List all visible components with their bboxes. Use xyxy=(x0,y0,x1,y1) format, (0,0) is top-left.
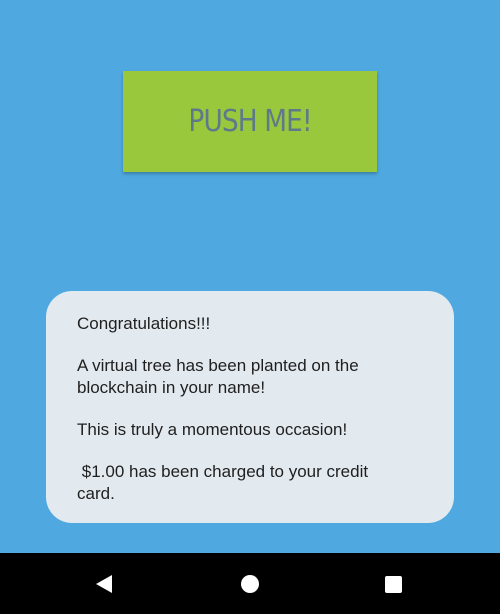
nav-back-button[interactable] xyxy=(91,571,117,597)
home-icon xyxy=(241,575,259,593)
back-icon xyxy=(96,575,112,593)
nav-recents-button[interactable] xyxy=(380,571,406,597)
message-tree-line-1: A virtual tree has been planted on the xyxy=(77,356,359,375)
app-screen: PUSH ME! Congratulations!!! A virtual tr… xyxy=(0,0,500,553)
system-nav-bar xyxy=(0,553,500,614)
message-occasion: This is truly a momentous occasion! xyxy=(77,420,348,439)
recents-icon xyxy=(384,575,402,593)
message-charge-line-1: $1.00 has been charged to your credit xyxy=(77,462,369,481)
message-congratulations: Congratulations!!! xyxy=(77,314,211,333)
nav-home-button[interactable] xyxy=(237,571,263,597)
message-tree-line-2: blockchain in your name! xyxy=(77,378,266,397)
message-charge-line-2: card. xyxy=(77,484,115,503)
message-card: Congratulations!!! A virtual tree has be… xyxy=(46,291,454,523)
push-me-button[interactable]: PUSH ME! xyxy=(123,71,377,172)
push-me-button-label: PUSH ME! xyxy=(188,104,312,139)
